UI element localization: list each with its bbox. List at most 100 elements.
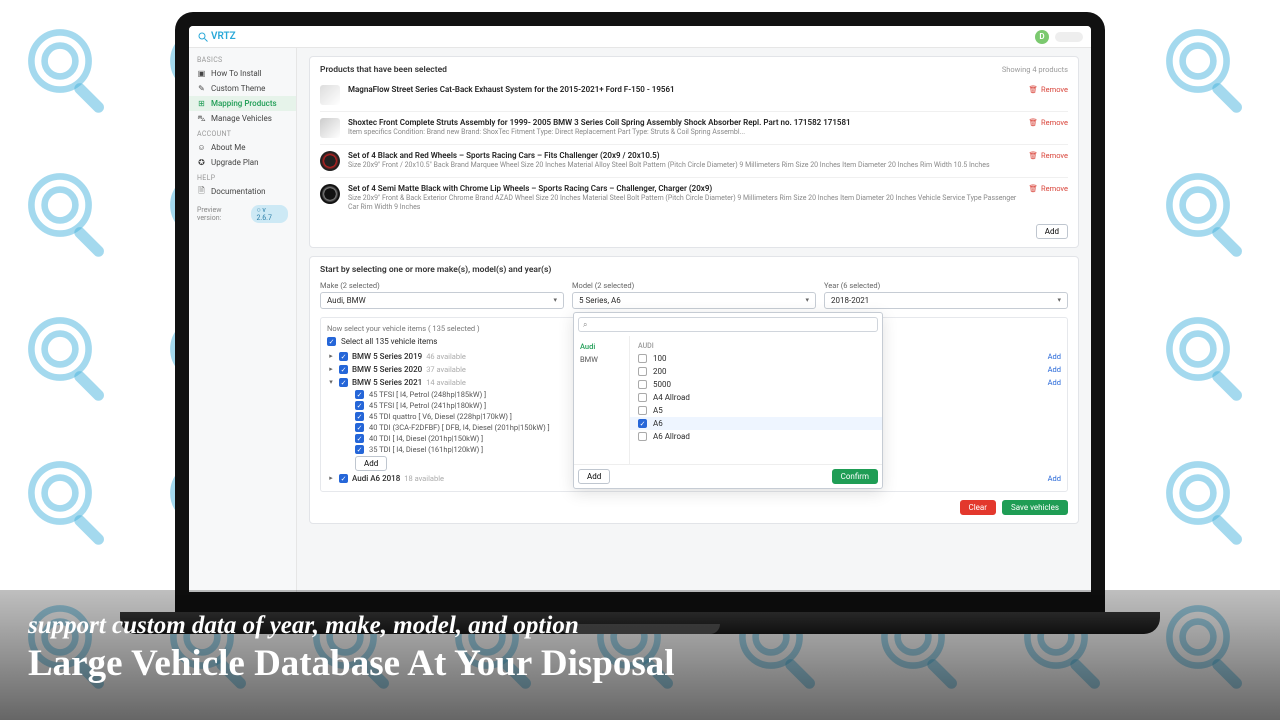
laptop-frame: VRTZ D BASICS ▣How To Install ✎Custom Th… [175, 12, 1105, 612]
option-checkbox[interactable] [638, 380, 647, 389]
user-avatar[interactable]: D [1035, 30, 1049, 44]
chevron-down-icon: ▾ [1057, 296, 1061, 304]
model-option[interactable]: A4 Allroad [630, 391, 882, 404]
node-checkbox[interactable] [339, 365, 348, 374]
top-bar: VRTZ D [189, 26, 1091, 48]
product-subtitle: Size 20x9" Front & Back Exterior Chrome … [348, 194, 1021, 212]
select-all-checkbox[interactable] [327, 337, 336, 346]
car-icon: ⛍ [197, 114, 206, 123]
product-title: Shoxtec Front Complete Struts Assembly f… [348, 118, 1021, 128]
option-checkbox[interactable] [638, 406, 647, 415]
product-thumb [320, 118, 340, 138]
doc-icon: 🗎 [197, 187, 206, 196]
sidebar-item-upgrade[interactable]: ✪Upgrade Plan [189, 155, 296, 170]
product-thumb [320, 184, 340, 204]
clear-button[interactable]: Clear [960, 500, 996, 515]
product-row: Set of 4 Black and Red Wheels – Sports R… [320, 144, 1068, 177]
product-subtitle: Size 20x9" Front / 20x10.5" Back Brand M… [348, 161, 1021, 170]
box-icon: ▣ [197, 69, 206, 78]
add-product-button[interactable]: Add [1036, 224, 1068, 239]
palette-icon: ✎ [197, 84, 206, 93]
model-option[interactable]: A6 [630, 417, 882, 430]
star-icon: ✪ [197, 158, 206, 167]
model-option[interactable]: 100 [630, 352, 882, 365]
model-option[interactable]: A5 [630, 404, 882, 417]
dropdown-add-button[interactable]: Add [578, 469, 610, 484]
sidebar-item-install[interactable]: ▣How To Install [189, 66, 296, 81]
marketing-caption: support custom data of year, make, model… [0, 590, 1280, 720]
expand-icon[interactable]: ▾ [327, 378, 335, 386]
leaf-checkbox[interactable] [355, 423, 364, 432]
main-content: Products that have been selected Showing… [297, 48, 1091, 592]
product-title: MagnaFlow Street Series Cat-Back Exhaust… [348, 85, 1021, 95]
trash-icon: 🗑 [1029, 118, 1039, 127]
option-checkbox[interactable] [638, 367, 647, 376]
trash-icon: 🗑 [1029, 85, 1039, 94]
sidebar-item-vehicles[interactable]: ⛍Manage Vehicles [189, 111, 296, 126]
leaf-checkbox[interactable] [355, 412, 364, 421]
option-checkbox[interactable] [638, 432, 647, 441]
node-checkbox[interactable] [339, 352, 348, 361]
trash-icon: 🗑 [1029, 151, 1039, 160]
remove-product-button[interactable]: 🗑Remove [1029, 151, 1069, 160]
option-checkbox[interactable] [638, 419, 647, 428]
model-dropdown: ⌕ AudiBMW AUDI 1002005000A4 AllroadA5A6A… [573, 312, 883, 489]
dropdown-make-tab[interactable]: BMW [574, 353, 629, 366]
chevron-down-icon: ▾ [553, 296, 557, 304]
model-search-input[interactable] [578, 317, 878, 332]
model-option[interactable]: A6 Allroad [630, 430, 882, 443]
sidebar-item-theme[interactable]: ✎Custom Theme [189, 81, 296, 96]
vehicle-selector-card: Start by selecting one or more make(s), … [309, 256, 1079, 524]
expand-icon[interactable]: ▸ [327, 474, 335, 482]
add-link[interactable]: Add [1048, 352, 1061, 361]
dropdown-confirm-button[interactable]: Confirm [832, 469, 878, 484]
product-title: Set of 4 Semi Matte Black with Chrome Li… [348, 184, 1021, 194]
trash-icon: 🗑 [1029, 184, 1039, 193]
leaf-checkbox[interactable] [355, 445, 364, 454]
search-icon: ⌕ [583, 320, 587, 330]
products-count: Showing 4 products [1002, 65, 1068, 74]
products-title: Products that have been selected [320, 65, 447, 75]
node-checkbox[interactable] [339, 378, 348, 387]
product-row: Shoxtec Front Complete Struts Assembly f… [320, 111, 1068, 144]
grid-icon: ⊞ [197, 99, 206, 108]
product-row: MagnaFlow Street Series Cat-Back Exhaust… [320, 79, 1068, 111]
product-thumb [320, 85, 340, 105]
selected-products-card: Products that have been selected Showing… [309, 56, 1079, 248]
model-option[interactable]: 200 [630, 365, 882, 378]
remove-product-button[interactable]: 🗑Remove [1029, 184, 1069, 193]
sidebar: BASICS ▣How To Install ✎Custom Theme ⊞Ma… [189, 48, 297, 592]
product-subtitle: Item specifics Condition: Brand new Bran… [348, 128, 1021, 137]
expand-icon[interactable]: ▸ [327, 352, 335, 360]
preview-version: Preview version: ○ v 2.6.7 [189, 199, 296, 229]
model-select[interactable]: 5 Series, A6▾ ⌕ AudiBMW AUDI 1002005000A… [572, 292, 816, 309]
make-select[interactable]: Audi, BMW▾ [320, 292, 564, 309]
expand-icon[interactable]: ▸ [327, 365, 335, 373]
app-logo: VRTZ [197, 31, 236, 43]
model-option[interactable]: 5000 [630, 378, 882, 391]
product-row: Set of 4 Semi Matte Black with Chrome Li… [320, 177, 1068, 218]
user-menu[interactable] [1055, 32, 1083, 42]
year-select[interactable]: 2018-2021▾ [824, 292, 1068, 309]
product-thumb [320, 151, 340, 171]
node-checkbox[interactable] [339, 474, 348, 483]
product-title: Set of 4 Black and Red Wheels – Sports R… [348, 151, 1021, 161]
leaf-checkbox[interactable] [355, 390, 364, 399]
add-variant-button[interactable]: Add [355, 456, 387, 471]
leaf-checkbox[interactable] [355, 401, 364, 410]
option-checkbox[interactable] [638, 354, 647, 363]
option-checkbox[interactable] [638, 393, 647, 402]
add-link[interactable]: Add [1048, 365, 1061, 374]
sidebar-item-about[interactable]: ☺About Me [189, 140, 296, 155]
user-icon: ☺ [197, 143, 206, 152]
sidebar-item-docs[interactable]: 🗎Documentation [189, 184, 296, 199]
dropdown-make-tab[interactable]: Audi [574, 340, 629, 353]
add-link[interactable]: Add [1048, 474, 1061, 483]
chevron-down-icon: ▾ [805, 296, 809, 304]
add-link[interactable]: Add [1048, 378, 1061, 387]
remove-product-button[interactable]: 🗑Remove [1029, 85, 1069, 94]
sidebar-item-mapping[interactable]: ⊞Mapping Products [189, 96, 296, 111]
save-vehicles-button[interactable]: Save vehicles [1002, 500, 1068, 515]
leaf-checkbox[interactable] [355, 434, 364, 443]
remove-product-button[interactable]: 🗑Remove [1029, 118, 1069, 127]
